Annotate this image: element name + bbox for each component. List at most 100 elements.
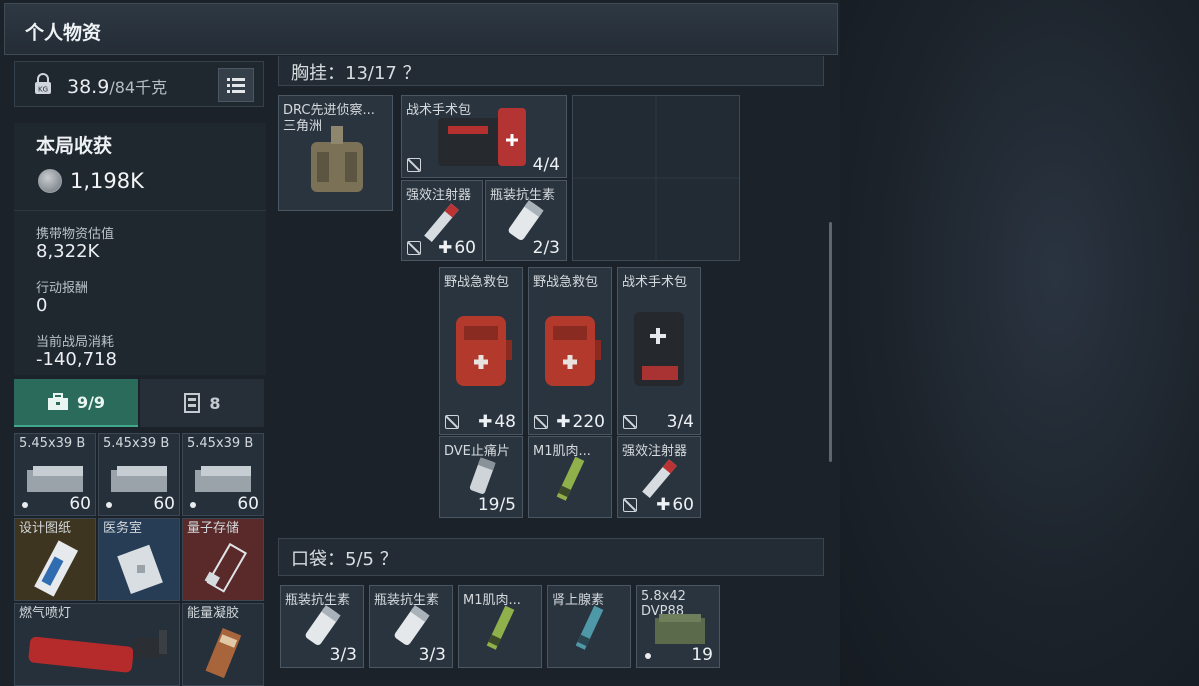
syringe-icon <box>575 605 604 650</box>
weight-bar: KG 38.9/84千克 <box>14 61 264 107</box>
clinic-key-item[interactable]: 医务室 <box>98 518 180 601</box>
raid-stats-title: 本局收获 <box>36 135 113 157</box>
item-label: 战术手术包 <box>622 275 688 290</box>
gas-torch-item[interactable]: 燃气喷灯 <box>14 603 180 686</box>
antibiotic-bottle-icon <box>305 605 341 646</box>
item-count: ✚ 48 <box>478 412 516 432</box>
injector-item[interactable]: 强效注射器 ✚ 60 <box>617 436 701 518</box>
background <box>840 0 1199 686</box>
surgery-kit-item[interactable]: 战术手术包 4/4 <box>401 95 567 178</box>
no-discard-icon <box>623 498 637 512</box>
ammo-box-icon <box>655 614 705 644</box>
injector-item[interactable]: 强效注射器 ✚ 60 <box>401 180 483 261</box>
ammo-item[interactable]: 5.45x39 B 60 <box>98 433 180 516</box>
tab-toolbox-label: 9/9 <box>76 392 106 412</box>
inventory-panel: 个人物资 KG 38.9/84千克 本局收获 1,198K 携带物资估值 8,3… <box>0 0 840 686</box>
antibiotic-item[interactable]: 瓶装抗生素 2/3 <box>485 180 567 261</box>
tab-toolbox[interactable]: 9/9 <box>14 379 138 427</box>
first-aid-kit-icon <box>456 316 512 386</box>
empty-slot[interactable] <box>572 95 740 261</box>
left-item-grid: 5.45x39 B 60 5.45x39 B 60 5.45x39 B 60 设… <box>14 433 266 686</box>
ammo-dot <box>645 653 651 659</box>
surgery-kit-item[interactable]: 战术手术包 3/4 <box>617 267 701 435</box>
no-discard-icon <box>623 415 637 429</box>
coin-icon <box>38 169 62 193</box>
list-view-button[interactable] <box>218 68 254 102</box>
plus-icon: ✚ <box>556 412 571 432</box>
energy-gel-item[interactable]: 能量凝胶 <box>182 603 264 686</box>
gel-pack-icon <box>205 628 242 679</box>
pocket-title: 口袋：5/5 ？ <box>291 549 398 570</box>
muscle-stimulant-item[interactable]: M1肌肉... <box>528 436 612 518</box>
chest-rig-item[interactable]: DRC先进侦察... 三角洲 <box>278 95 393 211</box>
item-count: 2/3 <box>532 238 560 258</box>
item-count: 19/5 <box>477 495 516 515</box>
reward-value: 0 <box>36 295 48 316</box>
item-label: 5.45x39 B <box>187 436 254 451</box>
muscle-stimulant-item[interactable]: M1肌肉... <box>458 585 542 668</box>
ammo-box-icon <box>27 466 83 492</box>
antibiotic-item[interactable]: 瓶装抗生素 3/3 <box>280 585 364 668</box>
safe-icon <box>184 393 201 413</box>
cost-value: -140,718 <box>36 349 117 370</box>
ammo-item[interactable]: 5.45x39 B 60 <box>14 433 96 516</box>
chest-rig-icon <box>311 126 363 192</box>
item-label: 燃气喷灯 <box>19 606 72 621</box>
container-tabs: 9/9 8 <box>14 379 264 427</box>
raid-stats: 本局收获 1,198K 携带物资估值 8,322K 行动报酬 0 当前战局消耗 … <box>14 123 266 375</box>
item-label: 5.45x39 B <box>103 436 170 451</box>
no-discard-icon <box>407 158 421 172</box>
blueprint-item[interactable]: 设计图纸 <box>14 518 96 601</box>
carry-value-label: 携带物资估值 <box>36 227 115 242</box>
item-label: 野战急救包 <box>444 275 510 290</box>
scrollbar[interactable] <box>829 222 832 462</box>
first-aid-kit-item[interactable]: 野战急救包 ✚ 220 <box>528 267 612 435</box>
ammo-dot <box>106 502 112 508</box>
item-count: 60 <box>69 494 91 514</box>
pocket-header: 口袋：5/5 ？ <box>278 538 824 576</box>
plus-icon: ✚ <box>478 412 493 432</box>
weight-value: 38.9/84千克 <box>67 76 168 98</box>
coin-value: 1,198K <box>70 169 144 193</box>
svg-text:KG: KG <box>38 86 48 94</box>
chest-rig-header: 胸挂：13/17 ？ <box>278 56 824 86</box>
no-discard-icon <box>445 415 459 429</box>
panel-header: 个人物资 <box>4 3 838 55</box>
item-label: 野战急救包 <box>533 275 599 290</box>
list-icon <box>227 78 245 93</box>
antibiotic-bottle-icon <box>394 605 430 646</box>
no-discard-icon <box>407 241 421 255</box>
item-count: 60 <box>153 494 175 514</box>
no-discard-icon <box>534 415 548 429</box>
storage-drive-icon <box>204 542 248 593</box>
blueprint-icon <box>34 540 79 597</box>
tab-safe[interactable]: 8 <box>140 379 264 427</box>
item-label: 能量凝胶 <box>187 606 240 621</box>
ammo-box-icon <box>195 466 251 492</box>
antibiotic-item[interactable]: 瓶装抗生素 3/3 <box>369 585 453 668</box>
item-count: 3/3 <box>418 645 446 665</box>
carry-value: 8,322K <box>36 241 100 262</box>
pill-bottle-icon <box>469 457 496 494</box>
ammo-box-icon <box>111 466 167 492</box>
item-count: 60 <box>237 494 259 514</box>
tab-safe-label: 8 <box>209 393 221 413</box>
item-label: 设计图纸 <box>19 521 72 536</box>
plus-icon: ✚ <box>438 238 453 258</box>
ammo-box-item[interactable]: 5.8x42 DVP88 19 <box>636 585 720 668</box>
syringe-icon <box>486 605 515 650</box>
item-count: 4/4 <box>532 155 560 175</box>
page-title: 个人物资 <box>25 22 102 44</box>
first-aid-kit-icon <box>545 316 601 386</box>
syringe-icon <box>556 456 585 501</box>
adrenaline-item[interactable]: 肾上腺素 <box>547 585 631 668</box>
quantum-storage-item[interactable]: 量子存储 <box>182 518 264 601</box>
painkiller-item[interactable]: DVE止痛片 19/5 <box>439 436 523 518</box>
item-count: 3/4 <box>666 412 694 432</box>
item-count: 3/3 <box>329 645 357 665</box>
surgery-kit-icon <box>634 312 684 386</box>
keycard-icon <box>117 544 163 594</box>
first-aid-kit-item[interactable]: 野战急救包 ✚ 48 <box>439 267 523 435</box>
divider <box>14 210 266 211</box>
ammo-item[interactable]: 5.45x39 B 60 <box>182 433 264 516</box>
